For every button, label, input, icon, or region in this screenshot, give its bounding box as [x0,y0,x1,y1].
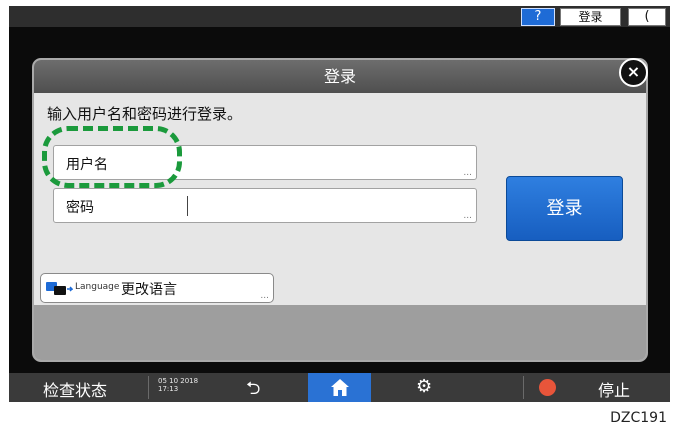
change-language-label: 更改语言 [121,282,177,298]
help-button[interactable]: ? [521,8,555,26]
login-instruction: 输入用户名和密码进行登录。 [47,105,243,123]
login-button[interactable]: 登录 [506,176,623,241]
check-status-button[interactable]: 检查状态 [43,377,107,401]
password-field[interactable]: 密码 ... [53,188,477,223]
close-icon: × [626,62,641,81]
language-word: Language [75,282,120,292]
moon-icon: ( [644,9,650,24]
figure-id: DZC191 [610,410,667,426]
close-dialog-button[interactable]: × [619,58,648,87]
dialog-footer [34,305,646,360]
divider [148,376,149,399]
divider [523,376,524,399]
date-time-display: 05 10 2018 17:13 [158,377,198,393]
back-icon[interactable]: ⮌ [246,376,260,402]
change-language-button[interactable]: Language 更改语言 ... [40,273,274,303]
bottom-navigation-bar: 检查状态 05 10 2018 17:13 ⮌ ⚙ 停止 [9,373,670,402]
login-dialog: 登录 输入用户名和密码进行登录。 用户名 ... 密码 ... 登录 Langu [32,58,648,362]
password-label: 密码 [66,200,94,216]
username-highlight-callout [42,126,182,188]
language-icon [46,282,73,295]
home-icon [331,379,349,396]
text-cursor [187,196,188,216]
stop-icon[interactable] [539,379,556,396]
top-status-bar: ? 登录 ( [9,6,670,27]
top-login-button[interactable]: 登录 [560,8,621,26]
language-more-indicator: ... [260,291,269,301]
date-text: 05 10 2018 [158,377,199,385]
stop-button[interactable]: 停止 [598,377,630,401]
password-more-indicator: ... [463,211,472,221]
time-text: 17:13 [158,385,179,393]
home-button[interactable] [308,373,371,402]
device-screen: ? 登录 ( 登录 输入用户名和密码进行登录。 用户名 ... 密码 ... 登… [9,6,670,402]
dialog-title: 登录 [34,60,646,93]
username-more-indicator: ... [463,168,472,178]
night-mode-button[interactable]: ( [628,8,666,26]
gear-icon[interactable]: ⚙ [416,376,432,397]
